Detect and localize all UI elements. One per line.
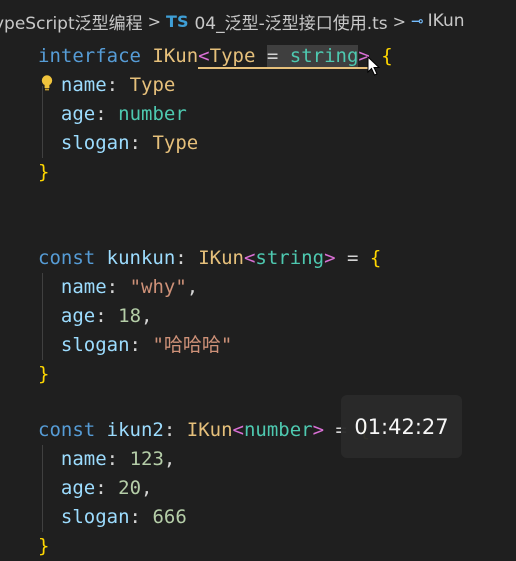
- code-line-2: name: Type: [38, 71, 175, 100]
- typescript-file-icon: TS: [166, 11, 189, 31]
- variable-ikun2: ikun2: [106, 419, 164, 441]
- code-line-8: const kunkun: IKun<string> = {: [38, 244, 381, 273]
- code-line-15: name: 123,: [38, 445, 175, 474]
- keyword-interface: interface: [38, 45, 141, 67]
- interface-symbol-icon: ⊸: [411, 12, 424, 30]
- comma: ,: [141, 305, 153, 327]
- timer-text: 01:42:27: [354, 414, 449, 439]
- default-equals: =: [266, 45, 279, 67]
- code-line-10: age: 18,: [38, 302, 153, 331]
- code-line-12: }: [38, 360, 49, 389]
- type-param: Type: [209, 45, 256, 67]
- brace-open: {: [381, 45, 393, 67]
- angle-open: <: [198, 45, 210, 67]
- colon: :: [129, 334, 141, 356]
- code-line-1: interface IKun<Type = string> {: [38, 42, 393, 71]
- chevron-right-icon: >: [392, 11, 407, 31]
- prop-age: age: [60, 477, 96, 499]
- variable-kunkun: kunkun: [106, 247, 176, 269]
- code-line-11: slogan: "哈哈哈": [38, 331, 232, 360]
- prop-name: name: [60, 276, 107, 298]
- colon: :: [95, 477, 107, 499]
- prop-name: name: [60, 74, 107, 96]
- colon: :: [95, 103, 107, 125]
- type-arg: string: [255, 247, 325, 269]
- number-value: 20: [118, 477, 142, 499]
- default-type: string: [289, 45, 359, 67]
- code-line-5: }: [38, 158, 49, 187]
- prop-name: name: [60, 448, 107, 470]
- colon: :: [95, 305, 107, 327]
- prop-type: number: [118, 103, 187, 125]
- code-line-4: slogan: Type: [38, 129, 198, 158]
- code-editor[interactable]: interface IKun<Type = string> { name: Ty…: [0, 40, 516, 558]
- keyword-const: const: [38, 247, 96, 269]
- angle-close: >: [312, 419, 325, 441]
- equals: =: [346, 247, 359, 269]
- type-name: IKun: [186, 419, 233, 441]
- prop-type: Type: [129, 74, 176, 96]
- comma: ,: [141, 477, 153, 499]
- colon: :: [129, 132, 141, 154]
- prop-age: age: [60, 103, 96, 125]
- comma: ,: [163, 448, 176, 470]
- brace-close: }: [38, 363, 50, 385]
- timer-overlay: 01:42:27: [341, 395, 462, 458]
- prop-slogan: slogan: [60, 506, 130, 528]
- code-line-9: name: "why",: [38, 273, 198, 302]
- brace-close: }: [38, 161, 50, 183]
- chevron-right-icon: >: [147, 11, 162, 31]
- breadcrumb-symbol[interactable]: IKun: [428, 11, 465, 31]
- code-line-18: }: [38, 532, 49, 561]
- prop-slogan: slogan: [60, 334, 130, 356]
- prop-slogan: slogan: [60, 132, 130, 154]
- interface-name: IKun: [152, 45, 199, 67]
- type-name: IKun: [198, 247, 244, 269]
- colon: :: [129, 506, 141, 528]
- prop-age: age: [60, 305, 96, 327]
- breadcrumb: ypeScript泛型编程 > TS 04_泛型-泛型接口使用.ts > ⊸ I…: [0, 0, 516, 42]
- angle-close: >: [324, 247, 336, 269]
- code-line-17: slogan: 666: [38, 503, 187, 532]
- string-value: "why": [129, 276, 187, 298]
- breadcrumb-folder[interactable]: ypeScript泛型编程: [0, 9, 143, 34]
- mouse-cursor-icon: [367, 56, 381, 76]
- type-arg: number: [243, 419, 313, 441]
- comma: ,: [186, 276, 199, 298]
- colon: :: [106, 74, 119, 96]
- string-value: "哈哈哈": [152, 334, 233, 356]
- brace-close: }: [38, 535, 50, 557]
- brace-open: {: [369, 247, 382, 269]
- keyword-const: const: [38, 419, 96, 441]
- code-line-14: const ikun2: IKun<number> = {: [38, 416, 370, 445]
- colon: :: [163, 419, 176, 441]
- code-line-16: age: 20,: [38, 474, 153, 503]
- number-value: 18: [118, 305, 142, 327]
- colon: :: [106, 448, 119, 470]
- angle-open: <: [232, 419, 244, 441]
- colon: :: [175, 247, 187, 269]
- prop-type: Type: [152, 132, 199, 154]
- angle-open: <: [243, 247, 256, 269]
- number-value: 666: [152, 506, 187, 528]
- code-line-3: age: number: [38, 100, 187, 129]
- colon: :: [106, 276, 119, 298]
- breadcrumb-file[interactable]: 04_泛型-泛型接口使用.ts: [194, 9, 387, 34]
- number-value: 123: [129, 448, 164, 470]
